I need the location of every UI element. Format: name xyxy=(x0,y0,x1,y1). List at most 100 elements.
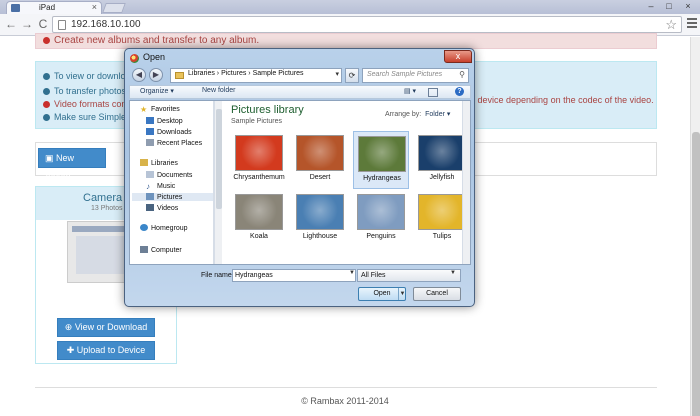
chevron-down-icon[interactable]: ▾ xyxy=(335,70,339,78)
star-icon: ★ xyxy=(140,105,148,114)
footer-copyright: © Rambax 2011-2014 xyxy=(301,396,389,406)
sidebar-item-downloads[interactable]: Downloads xyxy=(146,128,192,136)
dialog-body: ★ Favorites Desktop Downloads Recent Plac… xyxy=(129,100,471,265)
forward-arrow-icon[interactable]: → xyxy=(20,17,34,31)
warning-dot-icon xyxy=(43,101,50,108)
music-icon: ♪ xyxy=(146,182,150,191)
info-line-continued: e device depending on the codec of the v… xyxy=(470,95,654,105)
browser-titlebar: iPad × – □ × xyxy=(0,0,700,14)
chrome-icon xyxy=(130,54,139,63)
file-name-label: Penguins xyxy=(366,233,396,240)
info-dot-icon xyxy=(43,114,50,121)
file-name-label: Desert xyxy=(309,174,331,181)
search-input[interactable]: Search Sample Pictures ⚲ xyxy=(362,68,469,83)
homegroup-icon xyxy=(140,224,148,231)
file-tile[interactable]: Lighthouse xyxy=(292,190,348,248)
sidebar-item-recent-places[interactable]: Recent Places xyxy=(146,139,202,147)
new-album-button[interactable]: ▣ New Album... xyxy=(38,148,106,181)
info-line: To view or download xyxy=(43,71,136,81)
forward-icon[interactable]: ▶ xyxy=(149,68,163,82)
file-name-label: File name: xyxy=(201,272,234,279)
sidebar-homegroup[interactable]: Homegroup xyxy=(140,224,188,232)
page-scrollbar[interactable] xyxy=(690,37,700,416)
documents-icon xyxy=(146,171,154,178)
new-tab-button[interactable] xyxy=(102,3,126,13)
arrange-by[interactable]: Arrange by: Folder ▾ xyxy=(385,110,450,118)
sidebar-item-desktop[interactable]: Desktop xyxy=(146,117,183,125)
footer-divider xyxy=(35,387,657,388)
desktop-icon xyxy=(146,117,154,124)
file-tile[interactable]: Koala xyxy=(231,190,287,248)
help-icon[interactable]: ? xyxy=(455,87,464,96)
address-bar[interactable]: 192.168.10.100 ☆ xyxy=(52,16,682,33)
back-icon[interactable]: ◀ xyxy=(132,68,146,82)
path-breadcrumb[interactable]: Libraries › Pictures › Sample Pictures ▾ xyxy=(170,68,342,83)
file-name-label: Chrysanthemum xyxy=(233,174,285,181)
organize-menu[interactable]: Organize ▾ xyxy=(140,87,174,95)
sidebar-item-documents[interactable]: Documents xyxy=(146,171,192,179)
open-options-chevron-icon[interactable]: ▼ xyxy=(398,288,406,300)
dialog-close-button[interactable]: x xyxy=(444,50,472,63)
sidebar-item-pictures[interactable]: Pictures xyxy=(132,193,213,201)
album-count: 13 Photos xyxy=(91,205,123,212)
maximize-button[interactable]: □ xyxy=(660,0,678,12)
url-text: 192.168.10.100 xyxy=(71,19,141,30)
menu-icon[interactable] xyxy=(687,18,697,30)
tab-title: iPad xyxy=(39,3,56,12)
image-thumbnail xyxy=(296,194,344,230)
pictures-icon xyxy=(146,193,154,200)
sidebar-libraries[interactable]: Libraries xyxy=(140,159,178,167)
tab-close-icon[interactable]: × xyxy=(92,2,97,12)
info-line: To transfer photos/v xyxy=(43,86,133,96)
minimize-button[interactable]: – xyxy=(642,0,660,12)
scrollbar-thumb[interactable] xyxy=(692,132,700,416)
computer-icon xyxy=(140,246,148,253)
close-window-button[interactable]: × xyxy=(678,0,698,12)
file-tile[interactable]: Desert xyxy=(292,131,348,189)
browser-tab[interactable]: iPad × xyxy=(6,1,102,14)
file-list-scrollbar[interactable] xyxy=(462,101,470,264)
file-tile[interactable]: Hydrangeas xyxy=(353,131,409,189)
alert-banner: Create new albums and transfer to any al… xyxy=(35,33,657,49)
back-arrow-icon[interactable]: ← xyxy=(4,17,18,31)
view-download-button[interactable]: ⊕ View or Download xyxy=(57,318,155,337)
upload-to-device-button[interactable]: ✚ Upload to Device xyxy=(57,341,155,360)
dialog-nav-bar: ◀ ▶ Libraries › Pictures › Sample Pictur… xyxy=(130,67,470,85)
file-name-label: Hydrangeas xyxy=(363,175,401,182)
info-dot-icon xyxy=(43,73,50,80)
downloads-icon xyxy=(146,128,154,135)
file-type-select[interactable]: All Files xyxy=(357,269,461,282)
refresh-icon[interactable]: ⟳ xyxy=(345,68,359,83)
chevron-down-icon[interactable]: ▼ xyxy=(450,270,456,276)
image-thumbnail xyxy=(235,194,283,230)
sidebar-computer[interactable]: Computer xyxy=(140,246,182,254)
recent-places-icon xyxy=(146,139,154,146)
libraries-icon xyxy=(140,159,148,166)
new-folder-button[interactable]: New folder xyxy=(202,87,235,94)
dialog-title: Open xyxy=(143,52,166,62)
search-icon: ⚲ xyxy=(459,70,465,79)
sidebar-item-videos[interactable]: Videos xyxy=(146,204,178,212)
chevron-down-icon[interactable]: ▼ xyxy=(349,270,355,276)
view-options-icon[interactable]: ▤ ▾ xyxy=(404,87,416,95)
info-dot-icon xyxy=(43,37,50,44)
dialog-footer: File name: Hydrangeas ▼ All Files ▼ Open… xyxy=(125,266,476,306)
path-text: Libraries › Pictures › Sample Pictures xyxy=(188,70,304,77)
navigation-scrollbar[interactable] xyxy=(214,101,222,264)
reload-icon[interactable]: C xyxy=(36,17,50,31)
videos-icon xyxy=(146,204,154,211)
image-thumbnail xyxy=(235,135,283,171)
bookmark-star-icon[interactable]: ☆ xyxy=(665,17,677,33)
file-name-label: Lighthouse xyxy=(302,233,338,240)
file-name-label: Koala xyxy=(250,233,268,240)
sidebar-favorites[interactable]: ★ Favorites xyxy=(140,105,180,114)
library-title: Pictures library xyxy=(231,104,304,116)
file-tile[interactable]: Penguins xyxy=(353,190,409,248)
preview-pane-icon[interactable] xyxy=(428,88,438,97)
image-thumbnail xyxy=(418,135,466,171)
image-thumbnail xyxy=(418,194,466,230)
sidebar-item-music[interactable]: ♪ Music xyxy=(146,182,175,191)
file-name-input[interactable]: Hydrangeas xyxy=(232,269,356,282)
file-tile[interactable]: Chrysanthemum xyxy=(231,131,287,189)
cancel-button[interactable]: Cancel xyxy=(413,287,461,301)
